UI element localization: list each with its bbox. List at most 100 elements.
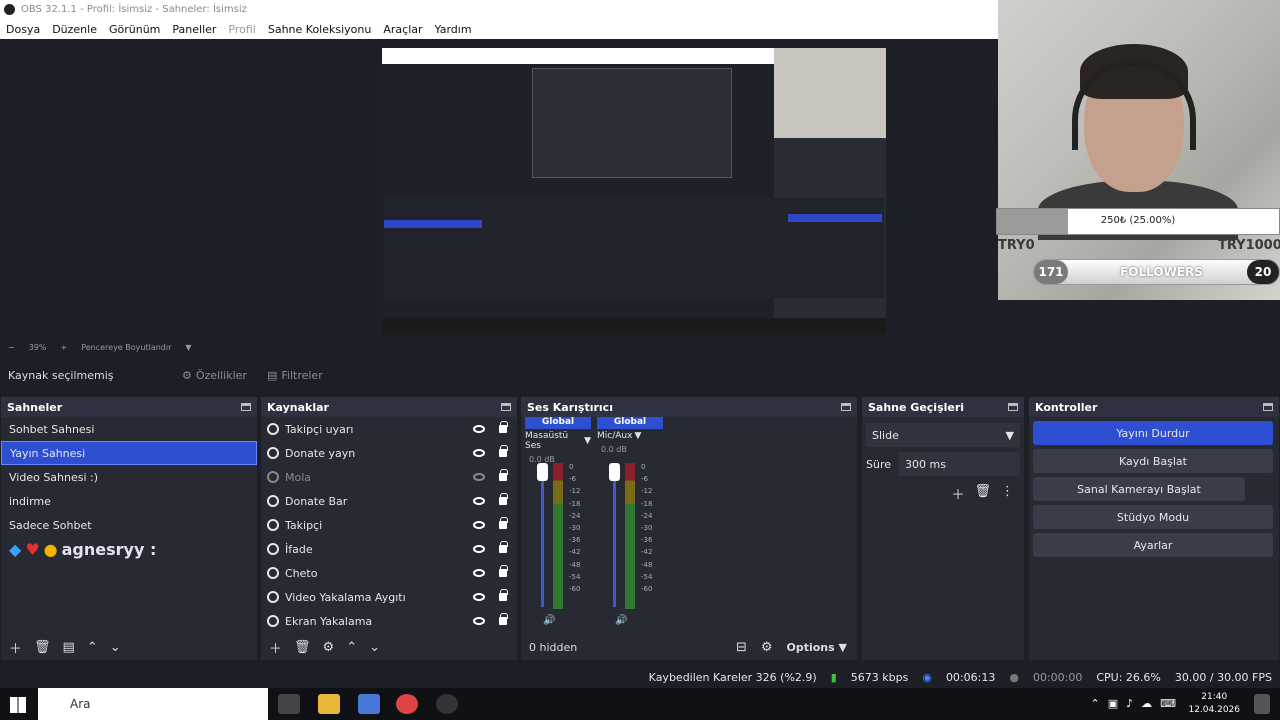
zoom-in-button[interactable]: + <box>60 343 67 352</box>
duration-input[interactable]: 300 ms <box>899 452 1020 476</box>
lock-icon[interactable] <box>499 469 508 481</box>
source-item[interactable]: Takipçi uyarı <box>261 417 517 441</box>
options-button[interactable]: Options ▼ <box>787 641 848 654</box>
globe-icon <box>267 519 279 531</box>
mixer-dock: Ses Karıştırıcı Global Masaüstü Ses ▼ 0.0… <box>520 396 858 661</box>
volume-knob[interactable] <box>609 463 620 481</box>
fit-to-window[interactable]: Pencereye Boyutlandır <box>81 343 171 352</box>
menu-docks[interactable]: Paneller <box>172 23 216 36</box>
scene-item[interactable]: Sohbet Sahnesi <box>1 417 257 441</box>
source-item[interactable]: İfade <box>261 537 517 561</box>
stop-stream-button[interactable]: Yayını Durdur <box>1033 421 1273 445</box>
sources-title: Kaynaklar <box>267 400 329 414</box>
more-icon[interactable]: ⋮ <box>1001 484 1014 503</box>
speaker-icon[interactable]: 🔊 <box>615 615 627 626</box>
obs-taskbar-icon[interactable] <box>436 694 458 714</box>
source-item[interactable]: Video Yakalama Aygıtı <box>261 585 517 609</box>
scene-item[interactable]: Sadece Sohbet <box>1 513 257 537</box>
menu-view[interactable]: Görünüm <box>109 23 160 36</box>
preview-canvas[interactable] <box>382 48 886 333</box>
lock-icon[interactable] <box>499 589 508 601</box>
meter-scale: 0 -6 -12 -18 -24 -30 -36 -42 -48 -54 -60 <box>569 463 581 594</box>
settings-button[interactable]: Ayarlar <box>1033 533 1273 557</box>
menu-file[interactable]: Dosya <box>6 23 40 36</box>
undock-icon[interactable] <box>1008 403 1018 411</box>
source-item[interactable]: Donate yayn <box>261 441 517 465</box>
eye-icon[interactable] <box>473 569 485 577</box>
source-item[interactable]: Mola <box>261 465 517 489</box>
store-icon[interactable] <box>358 694 380 714</box>
add-icon[interactable]: ＋ <box>9 638 22 657</box>
eye-icon[interactable] <box>473 593 485 601</box>
undock-icon[interactable] <box>501 403 511 411</box>
volume-knob[interactable] <box>537 463 548 481</box>
task-view-icon[interactable] <box>278 694 300 714</box>
layout-icon[interactable]: ⊟ <box>736 640 747 655</box>
windows-start-icon[interactable] <box>10 697 26 713</box>
clock[interactable]: 21:40 12.04.2026 <box>1188 691 1240 717</box>
lock-icon[interactable] <box>499 517 508 529</box>
menu-scene-collection[interactable]: Sahne Koleksiyonu <box>268 23 372 36</box>
eye-hidden-icon[interactable] <box>473 473 485 481</box>
channel-name[interactable]: Mic/Aux ▼ <box>597 431 663 441</box>
down-arrow-icon[interactable]: ⌄ <box>110 640 121 655</box>
zoom-level: 39% <box>28 342 47 352</box>
volume-slider[interactable] <box>613 467 616 607</box>
channel-name[interactable]: Masaüstü Ses ▼ <box>525 431 591 451</box>
eye-icon[interactable] <box>473 449 485 457</box>
file-explorer-icon[interactable] <box>318 694 340 714</box>
notifications-icon[interactable] <box>1254 694 1270 714</box>
gear-icon[interactable]: ⚙ <box>761 640 773 655</box>
lock-icon[interactable] <box>499 565 508 577</box>
speaker-icon[interactable]: 🔊 <box>543 615 555 626</box>
up-arrow-icon[interactable]: ⌃ <box>346 640 357 655</box>
eye-icon[interactable] <box>473 497 485 505</box>
controls-title: Kontroller <box>1035 400 1098 414</box>
trash-icon[interactable]: 🗑 <box>34 640 51 655</box>
studio-mode-button[interactable]: Stüdyo Modu <box>1033 505 1273 529</box>
lock-icon[interactable] <box>499 493 508 505</box>
filters-button[interactable]: ▤ Filtreler <box>261 366 329 385</box>
duration-label: Süre <box>866 457 892 471</box>
eye-icon[interactable] <box>473 545 485 553</box>
menu-profile[interactable]: Profil <box>228 23 255 36</box>
source-item[interactable]: Ekran Yakalama <box>261 609 517 633</box>
start-virtual-camera-button[interactable]: Sanal Kamerayı Başlat <box>1033 477 1245 501</box>
scene-item[interactable]: Video Sahnesi :) <box>1 465 257 489</box>
lock-icon[interactable] <box>499 421 508 433</box>
undock-icon[interactable] <box>841 403 851 411</box>
source-item[interactable]: Takipçi <box>261 513 517 537</box>
undock-icon[interactable] <box>1263 403 1273 411</box>
add-icon[interactable]: ＋ <box>951 484 964 503</box>
system-tray[interactable]: ⌃▣♪☁⌨ <box>1090 697 1184 710</box>
undock-icon[interactable] <box>241 403 251 411</box>
trash-icon[interactable]: 🗑 <box>294 640 311 655</box>
scene-item[interactable]: indirme <box>1 489 257 513</box>
down-arrow-icon[interactable]: ⌄ <box>369 640 380 655</box>
zoom-out-button[interactable]: − <box>8 343 15 352</box>
start-recording-button[interactable]: Kaydı Başlat <box>1033 449 1273 473</box>
chrome-icon[interactable] <box>396 694 418 714</box>
filter-icon[interactable]: ▤ <box>63 640 75 655</box>
lock-icon[interactable] <box>499 541 508 553</box>
chevron-down-icon[interactable]: ▼ <box>185 343 191 352</box>
menu-tools[interactable]: Araçlar <box>383 23 422 36</box>
lock-icon[interactable] <box>499 445 508 457</box>
trash-icon[interactable]: 🗑 <box>974 484 991 503</box>
source-item[interactable]: Donate Bar <box>261 489 517 513</box>
eye-icon[interactable] <box>473 425 485 433</box>
add-icon[interactable]: ＋ <box>269 638 282 657</box>
eye-icon[interactable] <box>473 617 485 625</box>
taskbar-search[interactable]: Ara <box>38 688 268 720</box>
eye-icon[interactable] <box>473 521 485 529</box>
gear-icon[interactable]: ⚙ <box>323 640 335 655</box>
transition-select[interactable]: Slide ▼ <box>866 423 1020 447</box>
properties-button[interactable]: ⚙ Özellikler <box>176 366 253 385</box>
menu-edit[interactable]: Düzenle <box>52 23 97 36</box>
lock-icon[interactable] <box>499 613 508 625</box>
scene-item-selected[interactable]: Yayın Sahnesi <box>1 441 257 465</box>
menu-help[interactable]: Yardım <box>435 23 472 36</box>
volume-slider[interactable] <box>541 467 544 607</box>
up-arrow-icon[interactable]: ⌃ <box>87 640 98 655</box>
source-item[interactable]: Cheto <box>261 561 517 585</box>
